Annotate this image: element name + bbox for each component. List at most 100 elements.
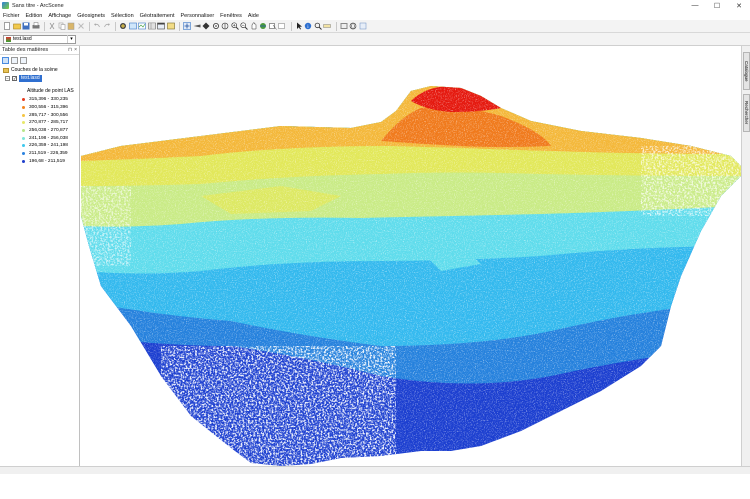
list-by-source-icon[interactable] — [11, 57, 18, 64]
layers-folder-icon — [3, 67, 9, 73]
legend-label: 315,396 - 330,235 — [29, 97, 68, 103]
layer-swatch-icon — [6, 36, 11, 42]
legend-swatch — [22, 144, 25, 148]
legend-item: 241,198 - 256,038 — [22, 134, 79, 142]
legend-label: 300,556 - 315,396 — [29, 105, 68, 111]
zoom-in-icon[interactable] — [230, 22, 239, 30]
legend-item: 211,519 - 226,359 — [22, 150, 79, 158]
minimize-button[interactable]: — — [684, 0, 706, 11]
measure-icon[interactable] — [323, 22, 331, 30]
status-area — [0, 466, 750, 499]
set-observer-icon[interactable] — [221, 22, 229, 30]
legend-item: 196,68 - 211,519 — [22, 158, 79, 166]
menu-personnaliser[interactable]: Personnaliser — [181, 13, 215, 19]
python-icon[interactable] — [359, 22, 367, 30]
collapse-icon[interactable]: − — [5, 75, 10, 81]
menu-aide[interactable]: Aide — [248, 13, 259, 19]
maximize-button[interactable]: ☐ — [706, 0, 728, 11]
arcscene-app-icon — [2, 2, 9, 9]
menu-edition[interactable]: Edition — [26, 13, 43, 19]
table-of-contents-panel: Table des matières ⊓ × Couches de la scè… — [0, 46, 80, 466]
layer-node[interactable]: − ✓ test.lasd — [3, 74, 79, 82]
legend-label: 196,68 - 211,519 — [29, 158, 65, 164]
chevron-down-icon[interactable]: ▾ — [67, 35, 75, 43]
menu-fichier[interactable]: Fichier — [3, 13, 20, 19]
clear-selection-icon[interactable] — [278, 22, 286, 30]
legend-swatch — [22, 136, 25, 140]
toc-header: Table des matières ⊓ × — [0, 46, 79, 55]
zoom-to-target-icon[interactable] — [212, 22, 220, 30]
animation-icon[interactable] — [340, 22, 348, 30]
legend-item: 315,396 - 330,235 — [22, 96, 79, 104]
list-by-visibility-icon[interactable] — [20, 57, 27, 64]
save-icon[interactable] — [22, 22, 30, 30]
menu-selection[interactable]: Sélection — [111, 13, 134, 19]
legend-swatch — [22, 159, 25, 163]
delete-icon[interactable] — [77, 22, 85, 30]
close-icon[interactable]: × — [74, 47, 77, 53]
layer-view-icon[interactable] — [138, 22, 146, 30]
navigate-icon[interactable] — [183, 22, 191, 30]
toc-toolbar — [0, 55, 79, 66]
print-icon[interactable] — [32, 22, 40, 30]
select-elements-arrow-icon[interactable] — [295, 22, 303, 30]
legend-swatch — [22, 98, 25, 102]
list-by-drawing-order-icon[interactable] — [2, 57, 9, 64]
legend-swatch — [22, 152, 25, 156]
layer-name-label[interactable]: test.lasd — [19, 74, 42, 82]
menu-geotraitement[interactable]: Géotraitement — [140, 13, 175, 19]
menu-geosignets[interactable]: Géosignets — [77, 13, 105, 19]
identify-icon[interactable]: i — [304, 22, 312, 30]
status-bar — [0, 466, 750, 474]
close-button[interactable]: ✕ — [728, 0, 750, 11]
legend-label: 226,359 - 241,198 — [29, 143, 68, 149]
undo-icon[interactable] — [93, 22, 101, 30]
globe-icon[interactable] — [349, 22, 357, 30]
layer-selector-dropdown[interactable]: test.lasd ▾ — [3, 34, 76, 44]
fly-icon[interactable] — [193, 22, 201, 30]
cut-icon[interactable] — [48, 22, 56, 30]
table-icon[interactable] — [147, 22, 156, 30]
find-icon[interactable] — [314, 22, 322, 30]
toc-body: Couches de la scène − ✓ test.lasd Altitu… — [0, 66, 79, 165]
right-dock: Catalogue Rechercher — [741, 46, 750, 466]
catalog-window-icon[interactable] — [166, 22, 175, 30]
legend-label: 241,198 - 256,038 — [29, 135, 68, 141]
standard-toolbar: i — [0, 20, 750, 33]
copy-icon[interactable] — [58, 22, 66, 30]
select-features-icon[interactable] — [268, 22, 277, 30]
toc-title: Table des matières — [2, 47, 49, 53]
scene-properties-icon[interactable] — [128, 22, 137, 30]
window-controls: — ☐ ✕ — [684, 0, 750, 11]
paste-icon[interactable] — [67, 22, 75, 30]
add-data-icon[interactable] — [119, 22, 127, 30]
toc-controls: ⊓ × — [68, 47, 77, 53]
pin-icon[interactable]: ⊓ — [68, 47, 72, 53]
legend-label: 256,038 - 270,877 — [29, 128, 68, 134]
scene-layers-label: Couches de la scène — [11, 67, 58, 73]
window-title: Sans titre - ArcScene — [12, 2, 64, 9]
search-tab[interactable]: Rechercher — [743, 94, 750, 132]
full-extent-icon[interactable] — [259, 22, 267, 30]
open-folder-icon[interactable] — [12, 22, 21, 30]
new-document-icon[interactable] — [3, 22, 11, 30]
toolbar-separator — [44, 21, 45, 31]
target-center-icon[interactable] — [202, 22, 210, 30]
catalog-tab[interactable]: Catalogue — [743, 52, 750, 90]
legend-list: 315,396 - 330,235 300,556 - 315,396 285,71… — [3, 96, 79, 165]
toolbar-separator — [290, 21, 292, 31]
legend-item: 226,359 - 241,198 — [22, 142, 79, 150]
window-icon[interactable] — [157, 22, 165, 30]
scene-viewport[interactable] — [81, 46, 741, 466]
redo-icon[interactable] — [103, 22, 111, 30]
scene-layers-node[interactable]: Couches de la scène — [3, 66, 79, 74]
menu-fenetres[interactable]: Fenêtres — [220, 13, 242, 19]
legend-label: 285,717 - 300,556 — [29, 112, 68, 118]
toolbar-separator — [89, 21, 90, 31]
menu-bar: Fichier Edition Affichage Géosignets Sél… — [0, 11, 750, 20]
menu-affichage[interactable]: Affichage — [48, 13, 71, 19]
layer-visibility-checkbox[interactable]: ✓ — [12, 75, 17, 81]
legend-swatch — [22, 129, 25, 133]
pan-icon[interactable] — [250, 22, 258, 30]
zoom-out-icon[interactable] — [240, 22, 248, 30]
